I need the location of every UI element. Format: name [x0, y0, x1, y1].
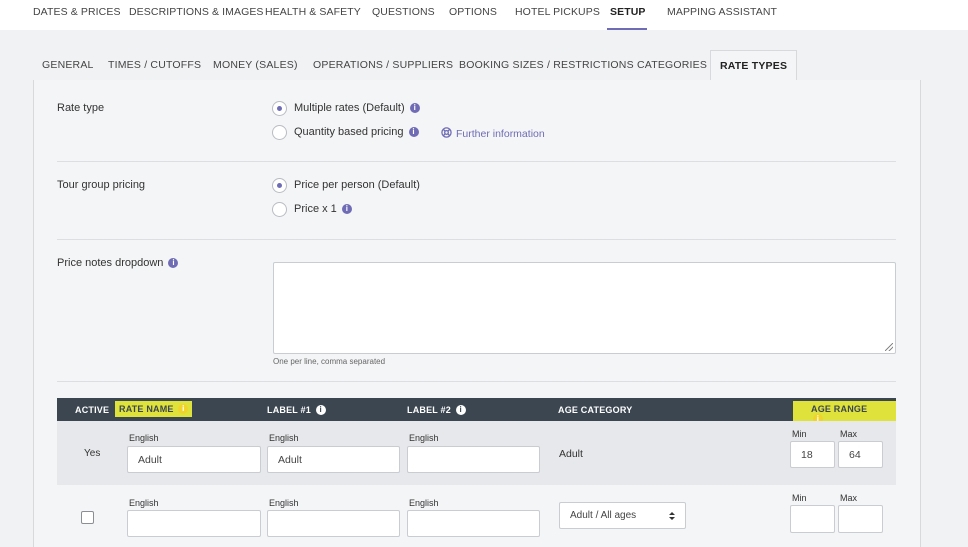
radio-multiple-rates[interactable]	[272, 101, 287, 116]
lang-label: English	[129, 433, 159, 443]
divider	[57, 239, 896, 240]
label2-input[interactable]	[407, 446, 540, 473]
tab-categories[interactable]: CATEGORIES	[637, 50, 707, 81]
nav-questions[interactable]: QUESTIONS	[372, 6, 435, 18]
radio-price-x1[interactable]	[272, 202, 287, 217]
lang-label: English	[269, 498, 299, 508]
row-active-value: Yes	[84, 448, 101, 459]
active-checkbox[interactable]	[81, 511, 94, 524]
divider	[57, 381, 896, 382]
divider	[57, 161, 896, 162]
nav-options[interactable]: OPTIONS	[449, 6, 497, 18]
min-label: Min	[792, 493, 807, 503]
rate-name-input[interactable]: Adult	[127, 446, 261, 473]
tab-money-sales[interactable]: MONEY (SALES)	[213, 50, 298, 81]
nav-hotel-pickups[interactable]: HOTEL PICKUPS	[515, 6, 600, 18]
nav-descriptions-images[interactable]: DESCRIPTIONS & IMAGES	[129, 6, 264, 18]
lang-label: English	[409, 433, 439, 443]
tab-rate-types[interactable]: RATE TYPES	[710, 50, 798, 82]
info-icon[interactable]: i	[455, 405, 466, 415]
tab-general[interactable]: GENERAL	[42, 50, 94, 81]
nav-setup[interactable]: SETUP	[610, 6, 646, 18]
option-multiple-rates-text: Multiple rates (Default)	[294, 102, 405, 114]
min-label: Min	[792, 429, 807, 439]
rate-type-label: Rate type	[57, 102, 105, 114]
lang-label: English	[269, 433, 299, 443]
tab-booking-sizes[interactable]: BOOKING SIZES / RESTRICTIONS	[459, 50, 634, 81]
col-label-2-text: LABEL #2	[407, 405, 451, 415]
col-age-range-text: AGE RANGE	[811, 404, 868, 414]
further-information-text: Further information	[456, 128, 545, 140]
age-max-input[interactable]	[838, 505, 883, 533]
resize-grip-icon[interactable]	[885, 343, 893, 351]
top-nav: DATES & PRICES DESCRIPTIONS & IMAGES HEA…	[0, 0, 968, 30]
lang-label: English	[409, 498, 439, 508]
label1-input[interactable]: Adult	[267, 446, 400, 473]
further-information-link[interactable]: Further information	[441, 127, 545, 140]
option-quantity-pricing: Quantity based pricing i	[294, 126, 419, 138]
age-min-input[interactable]: 18	[790, 441, 835, 468]
price-notes-textarea[interactable]	[273, 262, 896, 354]
info-icon[interactable]: i	[168, 258, 179, 268]
col-active: ACTIVE	[75, 405, 110, 415]
option-price-x1: Price x 1 i	[294, 203, 352, 215]
nav-mapping-assistant[interactable]: MAPPING ASSISTANT	[667, 6, 777, 18]
lifebuoy-icon	[441, 127, 452, 138]
col-rate-name: RATE NAME i	[115, 401, 193, 417]
price-notes-label-text: Price notes dropdown	[57, 257, 164, 269]
select-arrows-icon	[669, 512, 675, 520]
rate-table-header: ACTIVE RATE NAME i LABEL #1 i LABEL #2 i…	[57, 398, 896, 427]
radio-price-per-person[interactable]	[272, 178, 287, 193]
setup-subtabs: GENERAL TIMES / CUTOFFS MONEY (SALES) OP…	[33, 50, 921, 82]
age-min-input[interactable]	[790, 505, 835, 533]
col-label-1-text: LABEL #1	[267, 405, 311, 415]
tour-group-label: Tour group pricing	[57, 179, 146, 191]
option-quantity-pricing-text: Quantity based pricing	[294, 126, 404, 138]
nav-active-underline	[607, 28, 647, 30]
age-category-select-value: Adult / All ages	[570, 510, 637, 521]
col-age-category: AGE CATEGORY	[558, 405, 633, 415]
info-icon[interactable]: i	[341, 204, 352, 214]
nav-health-safety[interactable]: HEALTH & SAFETY	[265, 6, 361, 18]
age-max-input[interactable]: 64	[838, 441, 883, 468]
label1-input[interactable]	[267, 510, 400, 537]
info-icon[interactable]: i	[408, 127, 419, 137]
nav-dates-prices[interactable]: DATES & PRICES	[33, 6, 121, 18]
info-icon[interactable]: i	[315, 405, 326, 415]
label2-input[interactable]	[407, 510, 540, 537]
info-icon[interactable]: i	[178, 404, 189, 414]
info-icon[interactable]: i	[409, 103, 420, 113]
age-category-select[interactable]: Adult / All ages	[559, 502, 686, 529]
option-multiple-rates: Multiple rates (Default) i	[294, 102, 420, 114]
tab-times-cutoffs[interactable]: TIMES / CUTOFFS	[108, 50, 201, 81]
radio-quantity-pricing[interactable]	[272, 125, 287, 140]
max-label: Max	[840, 429, 858, 439]
lang-label: English	[129, 498, 159, 508]
col-rate-name-text: RATE NAME	[119, 404, 174, 414]
tab-operations-suppliers[interactable]: OPERATIONS / SUPPLIERS	[313, 50, 453, 81]
price-notes-hint: One per line, comma separated	[273, 357, 386, 366]
col-label-1: LABEL #1 i	[267, 405, 326, 415]
option-price-x1-text: Price x 1	[294, 203, 337, 215]
age-category-value: Adult	[559, 448, 583, 460]
price-notes-label: Price notes dropdown i	[57, 257, 179, 269]
col-label-2: LABEL #2 i	[407, 405, 466, 415]
rate-name-input[interactable]	[127, 510, 261, 537]
max-label: Max	[840, 493, 858, 503]
option-price-per-person: Price per person (Default)	[294, 179, 420, 191]
